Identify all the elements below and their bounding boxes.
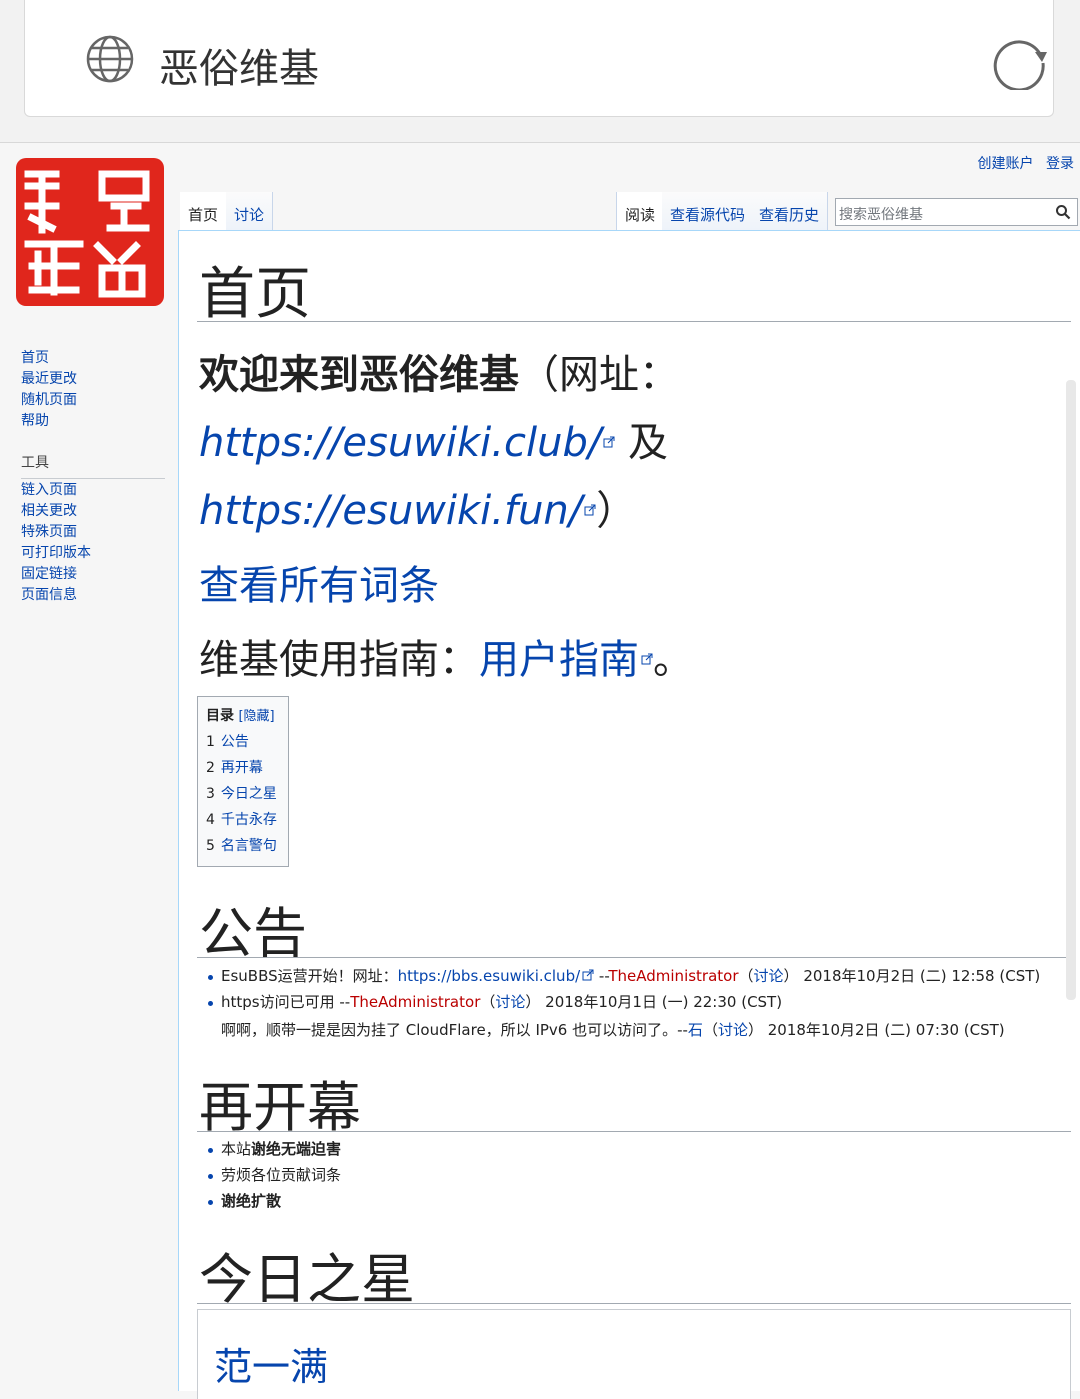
- external-link-icon: [603, 436, 615, 448]
- list-item: https访问已可用 --TheAdministrator（讨论） 2018年1…: [207, 989, 1040, 1015]
- external-link-icon: [584, 504, 596, 516]
- guide-prefix: 维基使用指南：: [199, 637, 479, 683]
- globe-icon: [86, 35, 134, 83]
- talk-link[interactable]: 讨论: [754, 967, 784, 985]
- table-of-contents: 目录 [隐藏] 1 公告 2 再开幕 3 今日之星 4 千古永存 5 名言警句: [197, 696, 289, 867]
- tab-view-source[interactable]: 查看源代码: [662, 192, 755, 230]
- user-link[interactable]: TheAdministrator: [608, 967, 738, 985]
- guide-suffix: 。: [653, 637, 693, 683]
- search-icon[interactable]: [1055, 204, 1071, 220]
- sidebar-item-random[interactable]: 随机页面: [21, 390, 77, 411]
- section-divider: [197, 957, 1071, 958]
- browser-bar: 恶俗维基: [0, 0, 1080, 143]
- list-item: 本站谢绝无端迫害: [207, 1136, 341, 1162]
- tools-heading: 工具: [21, 452, 165, 479]
- all-entries-link[interactable]: 查看所有词条: [199, 553, 439, 611]
- url2-link[interactable]: https://esuwiki.fun/: [199, 488, 582, 534]
- sidebar-nav: 首页 最近更改 随机页面 帮助: [21, 348, 77, 432]
- page-title: 首页: [199, 262, 311, 327]
- sidebar-item-main[interactable]: 首页: [21, 348, 77, 369]
- talk-link[interactable]: 讨论: [495, 993, 525, 1011]
- tab-read[interactable]: 阅读: [616, 192, 665, 230]
- sidebar-item-help[interactable]: 帮助: [21, 411, 77, 432]
- toc-item[interactable]: 4 千古永存: [206, 809, 280, 829]
- list-item: 劳烦各位贡献词条: [207, 1162, 341, 1188]
- create-account-link[interactable]: 创建账户: [978, 156, 1034, 172]
- toc-item[interactable]: 1 公告: [206, 731, 280, 751]
- guide-line: 维基使用指南：用户指南。: [199, 627, 693, 685]
- reopen-list: 本站谢绝无端迫害 劳烦各位贡献词条 谢绝扩散: [207, 1136, 341, 1214]
- announce-list: EsuBBS运营开始！网址：https://bbs.esuwiki.club/ …: [207, 963, 1040, 1015]
- and-text: 及: [628, 420, 669, 466]
- welcome-close: ）: [596, 488, 637, 534]
- welcome-bold: 欢迎来到恶俗维基: [199, 352, 519, 398]
- title-divider: [197, 321, 1071, 322]
- login-link[interactable]: 登录: [1046, 156, 1074, 172]
- tool-printable[interactable]: 可打印版本: [21, 543, 91, 564]
- tab-talk[interactable]: 讨论: [226, 192, 274, 230]
- tool-permalink[interactable]: 固定链接: [21, 564, 91, 585]
- reload-icon[interactable]: [991, 32, 1049, 90]
- tool-special-pages[interactable]: 特殊页面: [21, 522, 91, 543]
- user-link[interactable]: TheAdministrator: [350, 993, 480, 1011]
- list-item: EsuBBS运营开始！网址：https://bbs.esuwiki.club/ …: [207, 963, 1040, 989]
- user-guide-link[interactable]: 用户指南: [479, 637, 639, 683]
- tab-history[interactable]: 查看历史: [751, 192, 829, 230]
- toc-item[interactable]: 2 再开幕: [206, 757, 280, 777]
- talk-link[interactable]: 讨论: [718, 1021, 748, 1039]
- welcome-open: （网址：: [519, 352, 679, 398]
- section-divider: [197, 1131, 1071, 1132]
- toc-item[interactable]: 5 名言警句: [206, 835, 280, 855]
- url1-link[interactable]: https://esuwiki.club/: [199, 420, 601, 466]
- section-divider: [197, 1303, 1071, 1304]
- list-item: 谢绝扩散: [207, 1188, 341, 1214]
- bbs-link[interactable]: https://bbs.esuwiki.club/: [398, 967, 581, 985]
- user-link[interactable]: 石: [688, 1021, 703, 1039]
- toc-hide-toggle[interactable]: [隐藏]: [238, 709, 274, 724]
- external-link-icon: [582, 969, 594, 981]
- toc-title: 目录: [206, 708, 234, 724]
- scrollbar[interactable]: [1066, 380, 1076, 1000]
- site-logo[interactable]: [14, 156, 166, 308]
- search-placeholder: 搜索恶俗维基: [839, 207, 923, 223]
- site-title: 恶俗维基: [159, 46, 319, 92]
- welcome-heading: 欢迎来到恶俗维基（网址： https://esuwiki.club/ 及 htt…: [199, 341, 819, 545]
- tool-related-changes[interactable]: 相关更改: [21, 501, 91, 522]
- announce-reply: 啊啊，顺带一提是因为挂了 CloudFlare，所以 IPv6 也可以访问了。-…: [221, 1021, 1005, 1039]
- toc-item[interactable]: 3 今日之星: [206, 783, 280, 803]
- content-area: 首页 欢迎来到恶俗维基（网址： https://esuwiki.club/ 及 …: [178, 230, 1080, 1399]
- tab-main-page[interactable]: 首页: [180, 192, 228, 230]
- address-card[interactable]: 恶俗维基: [24, 0, 1054, 117]
- sidebar-item-recent-changes[interactable]: 最近更改: [21, 369, 77, 390]
- tool-page-info[interactable]: 页面信息: [21, 585, 91, 606]
- external-link-icon: [641, 653, 653, 665]
- tool-what-links-here[interactable]: 链入页面: [21, 480, 91, 501]
- sidebar-tools: 链入页面 相关更改 特殊页面 可打印版本 固定链接 页面信息: [21, 480, 91, 606]
- star-name-link[interactable]: 范一满: [214, 1336, 328, 1391]
- search-input[interactable]: 搜索恶俗维基: [835, 198, 1078, 226]
- personal-tools: 创建账户 登录: [970, 153, 1074, 173]
- star-card: 范一满: [197, 1309, 1071, 1399]
